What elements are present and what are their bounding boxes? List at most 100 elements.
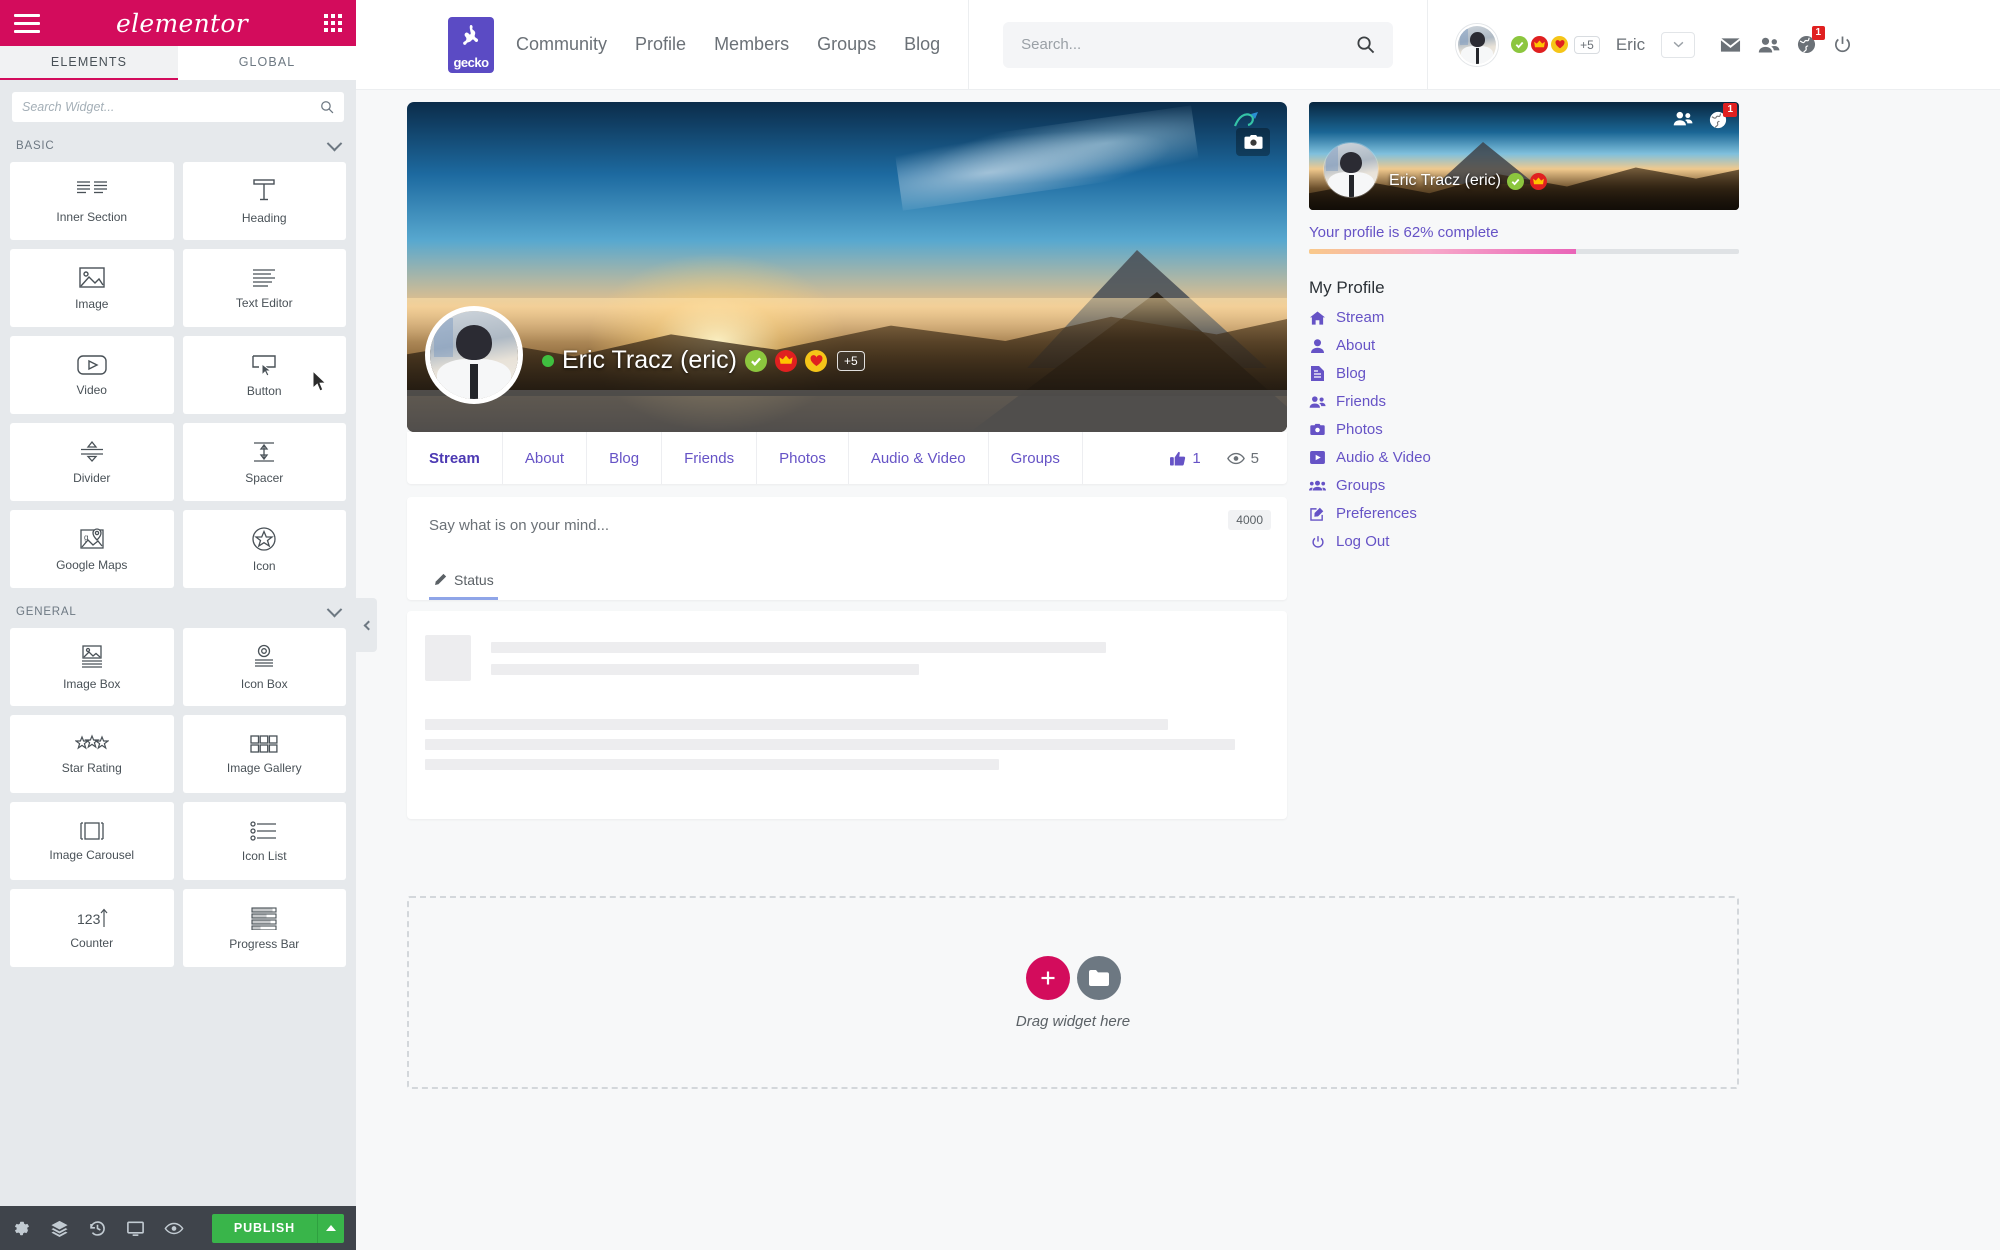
site-search-box[interactable] — [1003, 21, 1394, 68]
messages-envelope-icon[interactable] — [1720, 37, 1741, 53]
tab-stream[interactable]: Stream — [407, 432, 503, 484]
tab-elements[interactable]: ELEMENTS — [0, 46, 178, 80]
sidebar-item-friends[interactable]: Friends — [1309, 390, 1739, 413]
category-basic-header[interactable]: BASIC — [10, 135, 346, 162]
publish-options-button[interactable] — [317, 1213, 344, 1243]
widget-image-carousel[interactable]: Image Carousel — [10, 802, 174, 880]
tab-blog[interactable]: Blog — [587, 432, 663, 484]
widget-dropzone[interactable]: Drag widget here — [407, 896, 1739, 1089]
widget-google-maps[interactable]: g Google Maps — [10, 510, 174, 588]
profile-avatar[interactable] — [425, 306, 523, 404]
widget-icon-list[interactable]: Icon List — [182, 802, 346, 880]
widget-counter[interactable]: 123 Counter — [10, 889, 174, 967]
online-status-dot — [542, 354, 554, 367]
heart-badge[interactable] — [805, 349, 827, 372]
verified-check-badge[interactable] — [1511, 36, 1529, 53]
gecko-mark-icon — [463, 24, 479, 45]
chevron-down-icon — [326, 601, 343, 617]
category-general-header[interactable]: GENERAL — [10, 601, 346, 628]
responsive-mode-icon[interactable] — [126, 1219, 145, 1238]
widget-icon-box[interactable]: Icon Box — [182, 628, 346, 706]
verified-check-badge[interactable] — [745, 349, 767, 372]
sidebar-item-label: About — [1336, 337, 1376, 354]
change-cover-photo-button[interactable] — [1236, 128, 1270, 156]
nav-community[interactable]: Community — [516, 34, 607, 55]
history-revisions-icon[interactable] — [88, 1219, 107, 1238]
tab-global[interactable]: GLOBAL — [178, 46, 356, 80]
panel-tabs: ELEMENTS GLOBAL — [0, 46, 356, 80]
search-input[interactable] — [22, 100, 320, 114]
widget-text-editor[interactable]: Text Editor — [182, 249, 346, 327]
widget-heading[interactable]: Heading — [182, 162, 346, 240]
sidebar-item-stream[interactable]: Stream — [1309, 306, 1739, 329]
site-search-input[interactable] — [1021, 36, 1357, 53]
heart-badge[interactable] — [1551, 36, 1569, 53]
publish-button[interactable]: PUBLISH — [211, 1213, 317, 1243]
sidebar-item-groups[interactable]: Groups — [1309, 474, 1739, 497]
crown-badge[interactable] — [775, 349, 797, 372]
composer-tab-status[interactable]: Status — [429, 564, 498, 600]
views-stat: 5 — [1226, 450, 1259, 467]
widget-progress-bar[interactable]: Progress Bar — [182, 889, 346, 967]
sidebar-item-about[interactable]: About — [1309, 334, 1739, 357]
notifications-globe-icon[interactable]: 1 — [1797, 26, 1826, 54]
tab-groups[interactable]: Groups — [989, 432, 1083, 484]
settings-gear-icon[interactable] — [12, 1219, 31, 1238]
verified-check-badge[interactable] — [1507, 172, 1524, 190]
widget-spacer[interactable]: Spacer — [182, 423, 346, 501]
sidebar-item-photos[interactable]: Photos — [1309, 418, 1739, 441]
crown-badge[interactable] — [1530, 172, 1547, 190]
hamburger-icon[interactable] — [14, 13, 40, 33]
widget-label: Image Carousel — [49, 847, 135, 862]
nav-groups[interactable]: Groups — [817, 34, 876, 55]
grid-apps-icon[interactable] — [324, 14, 342, 32]
nav-blog[interactable]: Blog — [904, 34, 940, 55]
tab-friends[interactable]: Friends — [662, 432, 758, 484]
crown-badge[interactable] — [1531, 36, 1549, 53]
counter-icon: 123 — [77, 908, 108, 927]
widget-image-gallery[interactable]: Image Gallery — [182, 715, 346, 793]
status-composer[interactable]: 4000 Say what is on your mind... Status — [407, 497, 1287, 600]
widget-video[interactable]: Video — [10, 336, 174, 414]
widget-inner-section[interactable]: Inner Section — [10, 162, 174, 240]
widget-divider[interactable]: Divider — [10, 423, 174, 501]
badge-overflow-chip[interactable]: +5 — [837, 350, 865, 371]
preview-eye-icon[interactable] — [164, 1219, 184, 1238]
avatar[interactable] — [1456, 23, 1499, 66]
tab-photos[interactable]: Photos — [757, 432, 849, 484]
add-widget-button[interactable] — [1025, 955, 1070, 1000]
mini-avatar[interactable] — [1323, 142, 1379, 198]
nav-members[interactable]: Members — [714, 34, 789, 55]
tab-about[interactable]: About — [503, 432, 588, 484]
nav-profile[interactable]: Profile — [635, 34, 686, 55]
widget-label: Heading — [241, 210, 287, 225]
user-badges: +5 — [1511, 35, 1600, 54]
widget-grid-basic: Inner Section Heading Image Text Editor — [10, 162, 346, 588]
search-widget-box[interactable] — [12, 92, 344, 122]
sidebar-item-blog[interactable]: Blog — [1309, 362, 1739, 385]
notifications-globe-icon[interactable]: 1 — [1709, 103, 1737, 129]
navigator-layers-icon[interactable] — [50, 1219, 69, 1238]
widget-star-rating[interactable]: Star Rating — [10, 715, 174, 793]
widget-label: Image Box — [63, 676, 121, 691]
badge-overflow-chip[interactable]: +5 — [1574, 35, 1600, 54]
gecko-logo[interactable]: gecko — [448, 16, 494, 73]
add-template-button[interactable] — [1076, 955, 1121, 1000]
divider-icon — [80, 440, 103, 462]
video-icon — [77, 354, 107, 375]
widget-image-box[interactable]: Image Box — [10, 628, 174, 706]
widget-image[interactable]: Image — [10, 249, 174, 327]
friends-icon[interactable] — [1758, 37, 1780, 53]
logout-power-icon[interactable] — [1833, 35, 1852, 54]
panel-collapse-icon[interactable] — [356, 598, 377, 652]
sidebar-item-log-out[interactable]: Log Out — [1309, 530, 1739, 553]
tab-audio-video[interactable]: Audio & Video — [849, 432, 989, 484]
search-icon[interactable] — [1356, 35, 1375, 54]
friends-icon[interactable] — [1673, 111, 1693, 126]
likes-stat[interactable]: 1 — [1170, 450, 1201, 467]
sidebar-item-audio-video[interactable]: Audio & Video — [1309, 446, 1739, 469]
user-menu-button[interactable] — [1661, 31, 1696, 58]
widget-icon[interactable]: Icon — [182, 510, 346, 588]
composer-placeholder[interactable]: Say what is on your mind... — [429, 517, 1265, 534]
sidebar-item-preferences[interactable]: Preferences — [1309, 502, 1739, 525]
